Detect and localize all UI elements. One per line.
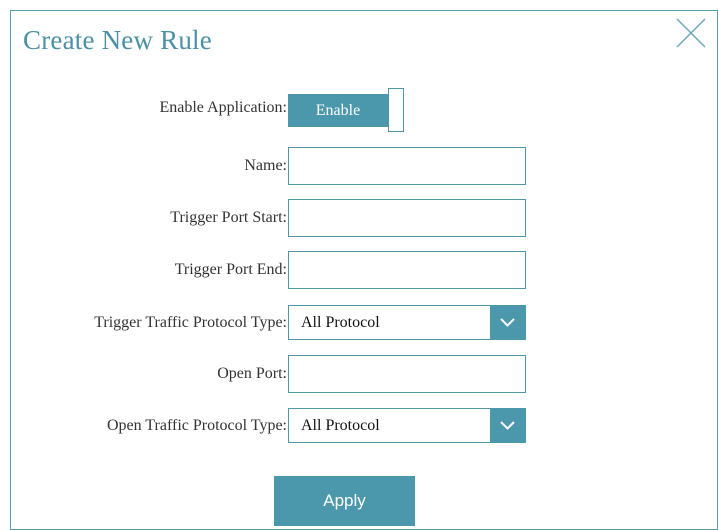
name-input[interactable] [288,147,526,185]
enable-application-label: Enable Application: [159,99,287,116]
trigger-protocol-value: All Protocol [301,314,380,331]
chevron-down-icon[interactable] [490,409,525,442]
name-row: Name: [11,147,719,187]
toggle-enable-label[interactable]: Enable [288,94,388,127]
name-label: Name: [244,157,287,174]
trigger-protocol-row: Trigger Traffic Protocol Type: All Proto… [11,305,719,345]
close-icon[interactable] [675,17,707,49]
trigger-port-end-input[interactable] [288,251,526,289]
open-port-row: Open Port: [11,355,719,395]
open-protocol-label: Open Traffic Protocol Type: [106,417,287,434]
create-rule-dialog: Create New Rule Enable Application: Enab… [10,10,718,530]
trigger-port-end-row: Trigger Port End: [11,251,719,291]
chevron-down-icon[interactable] [490,306,525,339]
open-protocol-row: Open Traffic Protocol Type: All Protocol [11,408,719,448]
trigger-port-start-row: Trigger Port Start: [11,199,719,239]
open-protocol-select[interactable]: All Protocol [288,408,526,443]
enable-application-toggle[interactable]: Enable [288,88,406,133]
open-protocol-value: All Protocol [301,417,380,434]
trigger-port-start-input[interactable] [288,199,526,237]
dialog-title: Create New Rule [23,25,212,55]
trigger-protocol-select[interactable]: All Protocol [288,305,526,340]
trigger-port-end-label: Trigger Port End: [174,261,287,278]
toggle-knob[interactable] [388,88,404,132]
open-port-input[interactable] [288,355,526,393]
enable-application-row: Enable Application: Enable [11,88,719,132]
open-port-label: Open Port: [217,365,287,382]
trigger-port-start-label: Trigger Port Start: [170,209,287,226]
trigger-protocol-label: Trigger Traffic Protocol Type: [94,314,287,331]
apply-button[interactable]: Apply [274,476,415,526]
